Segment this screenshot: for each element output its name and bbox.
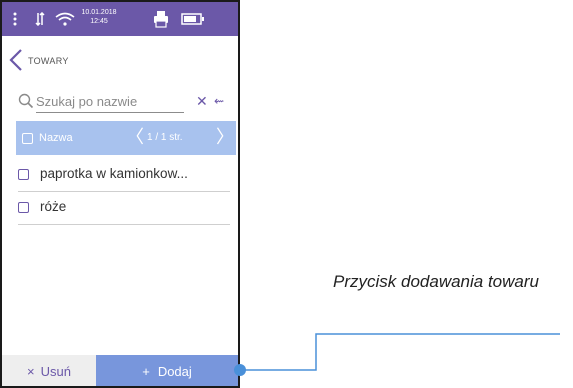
callout-leader-line (234, 333, 560, 376)
callout-label: Przycisk dodawania towaru (333, 272, 539, 291)
